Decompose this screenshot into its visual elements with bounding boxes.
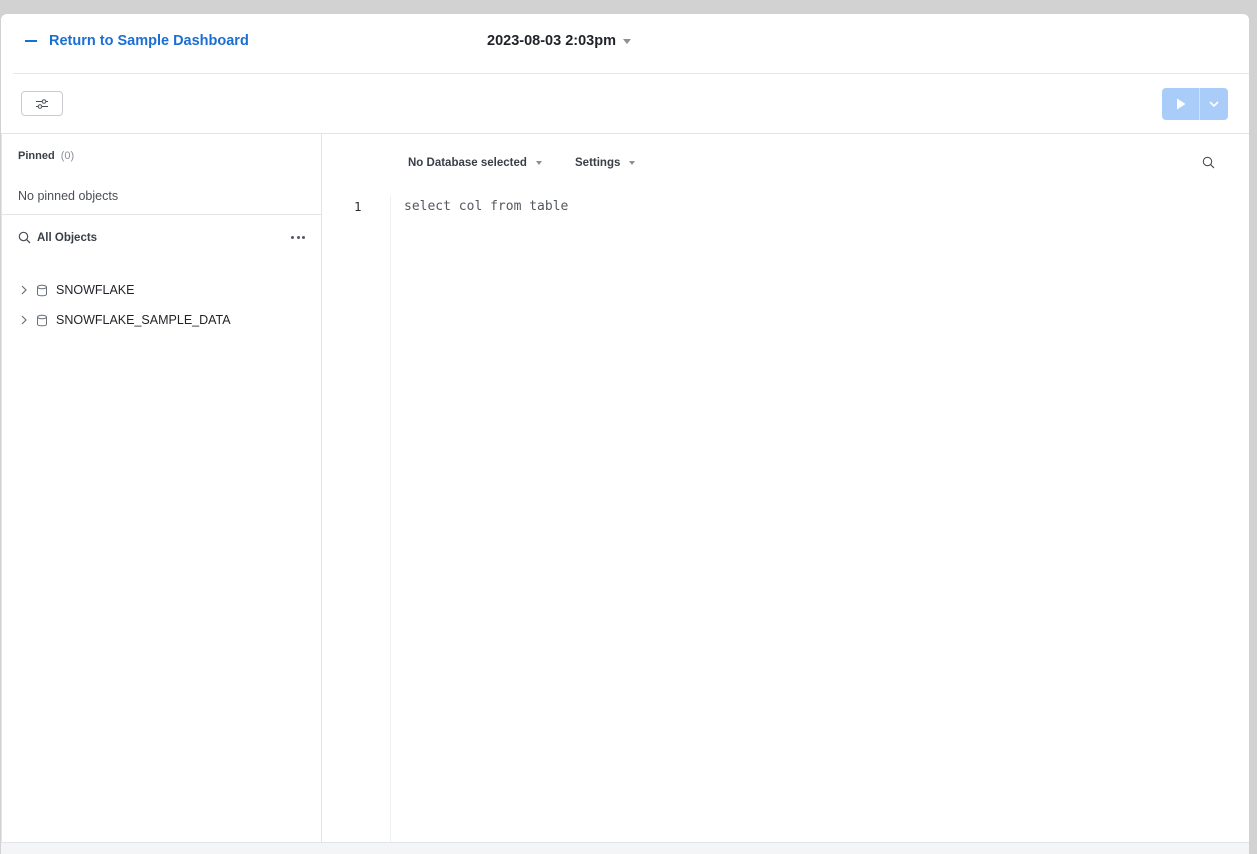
tree-item-snowflake[interactable]: SNOWFLAKE xyxy=(20,283,135,297)
sliders-icon xyxy=(36,98,48,109)
editor-search-button[interactable] xyxy=(1202,156,1215,174)
top-bar: Return to Sample Dashboard 2023-08-03 2:… xyxy=(13,14,1249,74)
pinned-header: Pinned (0) xyxy=(18,150,74,162)
caret-down-icon xyxy=(622,38,631,44)
all-objects-header: All Objects xyxy=(18,231,308,244)
chevron-right-icon[interactable] xyxy=(20,285,28,295)
return-link-label: Return to Sample Dashboard xyxy=(49,33,249,49)
search-icon[interactable] xyxy=(18,231,31,244)
database-select[interactable]: No Database selected xyxy=(408,157,542,169)
toolbar xyxy=(1,74,1249,134)
pinned-empty-text: No pinned objects xyxy=(18,189,119,203)
sidebar-divider xyxy=(2,214,321,215)
database-select-label: No Database selected xyxy=(408,157,527,169)
database-icon xyxy=(37,284,47,296)
chevron-down-icon xyxy=(1209,101,1219,107)
pinned-title: Pinned xyxy=(18,150,55,162)
more-horizontal-icon xyxy=(291,235,294,239)
pinned-count: (0) xyxy=(60,150,75,162)
database-label: SNOWFLAKE xyxy=(56,283,135,297)
worksheet-title-dropdown[interactable]: 2023-08-03 2:03pm xyxy=(487,33,631,49)
run-button[interactable] xyxy=(1162,88,1199,120)
caret-down-icon xyxy=(629,161,636,165)
caret-down-icon xyxy=(535,161,542,165)
all-objects-label: All Objects xyxy=(37,231,98,244)
results-panel-edge xyxy=(1,842,1249,854)
worksheet-window: Return to Sample Dashboard 2023-08-03 2:… xyxy=(1,14,1249,854)
play-icon xyxy=(1176,98,1185,110)
settings-dropdown[interactable]: Settings xyxy=(575,157,636,169)
worksheet-title: 2023-08-03 2:03pm xyxy=(487,33,616,49)
minus-icon xyxy=(25,40,37,42)
more-options-button[interactable] xyxy=(288,229,308,245)
object-explorer-sidebar: Pinned (0) No pinned objects All Objects xyxy=(1,134,322,854)
editor-gutter xyxy=(390,196,391,854)
filter-button[interactable] xyxy=(21,91,63,116)
line-number: 1 xyxy=(354,199,362,214)
search-icon xyxy=(1202,156,1215,169)
chevron-right-icon[interactable] xyxy=(20,315,28,325)
database-icon xyxy=(37,314,47,326)
tree-item-snowflake-sample-data[interactable]: SNOWFLAKE_SAMPLE_DATA xyxy=(20,313,231,327)
code-line[interactable]: select col from table xyxy=(404,199,568,214)
database-label: SNOWFLAKE_SAMPLE_DATA xyxy=(56,313,231,327)
settings-label: Settings xyxy=(575,157,621,169)
return-to-dashboard-link[interactable]: Return to Sample Dashboard xyxy=(25,33,249,49)
sql-editor: No Database selected Settings 1 select c… xyxy=(322,134,1249,854)
run-button-group xyxy=(1162,88,1228,120)
run-options-button[interactable] xyxy=(1199,88,1228,120)
